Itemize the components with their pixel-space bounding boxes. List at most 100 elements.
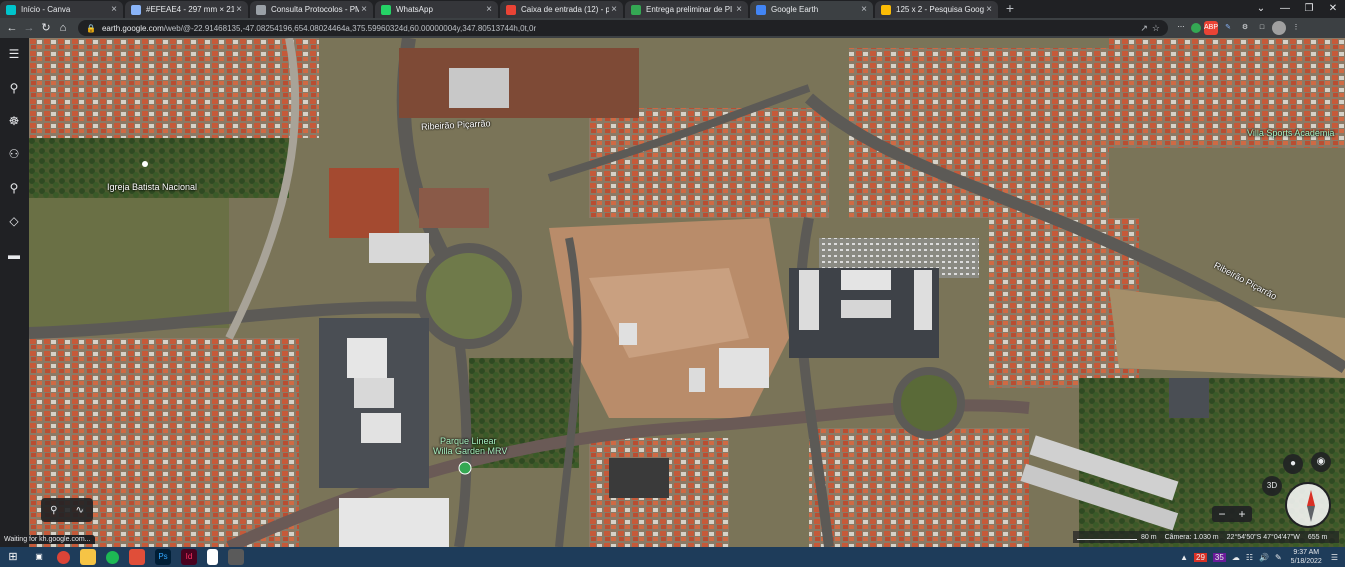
- extension-green-icon[interactable]: [1191, 23, 1201, 33]
- side-panel-icon[interactable]: □: [1255, 21, 1269, 35]
- industrial-roof-light: [449, 68, 509, 108]
- profile-avatar[interactable]: [1272, 21, 1286, 35]
- projects-pin-icon[interactable]: ⚲: [4, 178, 24, 198]
- browser-tab[interactable]: 125 x 2 - Pesquisa Google ×: [875, 1, 998, 18]
- pegman-streetview-icon[interactable]: ●: [1283, 454, 1303, 474]
- measure-ruler-icon[interactable]: ▬: [4, 245, 24, 265]
- label-parque-linear[interactable]: Parque Linear: [440, 436, 497, 446]
- search-icon[interactable]: ⚲: [4, 78, 24, 98]
- tab-close-icon[interactable]: ×: [109, 4, 119, 15]
- tray-badge-red[interactable]: 29: [1194, 552, 1207, 562]
- new-tab-button[interactable]: +: [1002, 1, 1018, 17]
- left-tool-rail: ☰ ⚲ ☸ ⚇ ⚲ ◇ ▬: [0, 38, 29, 547]
- sketchup-icon[interactable]: [228, 549, 244, 565]
- extension-menu-icon[interactable]: ⋯: [1174, 21, 1188, 35]
- browser-tab-strip: Início - Canva×#EFEAE4 - 297 mm × 210 mm…: [0, 0, 1345, 18]
- zoom-in-button[interactable]: +: [1238, 507, 1245, 521]
- document-file-icon[interactable]: [207, 549, 218, 565]
- forward-arrow-icon[interactable]: →: [21, 20, 37, 36]
- browser-tab[interactable]: Início - Canva ×: [0, 1, 123, 18]
- industrial-roofs: [399, 48, 639, 118]
- url-text: earth.google.com/web/@-22.91468135,-47.0…: [102, 24, 1136, 33]
- reload-icon[interactable]: ↻: [38, 20, 54, 36]
- back-arrow-icon[interactable]: ←: [4, 20, 20, 36]
- url-host: earth.google.com: [101, 23, 164, 33]
- restore-button[interactable]: ❐: [1297, 0, 1321, 18]
- browser-tab[interactable]: Entrega preliminar de PI - 2×: [625, 1, 748, 18]
- satellite-drawing: [29, 38, 1345, 547]
- label-willa-garden-mrv[interactable]: Willa Garden MRV: [433, 446, 507, 456]
- tower-rooftop: [841, 300, 891, 318]
- menu-icon[interactable]: ☰: [4, 44, 24, 64]
- building: [1169, 378, 1209, 418]
- share-icon[interactable]: ↗: [1140, 23, 1148, 34]
- tab-close-icon[interactable]: ×: [734, 4, 744, 15]
- tab-title: Google Earth: [771, 5, 819, 14]
- browser-tab[interactable]: Caixa de entrada (12) - paulagon×: [500, 1, 623, 18]
- label-igreja-batista-nacional[interactable]: Igreja Batista Nacional: [107, 182, 197, 192]
- pdf-reader-icon[interactable]: [129, 549, 145, 565]
- spotify-icon[interactable]: [106, 550, 119, 564]
- random-dice-icon[interactable]: ⚇: [4, 144, 24, 164]
- browser-tab[interactable]: Consulta Protocolos - PMC ×: [250, 1, 373, 18]
- windows-start-icon[interactable]: ⊞: [5, 549, 21, 565]
- warehouse-roof: [369, 233, 429, 263]
- tab-search-icon[interactable]: ⌄: [1249, 0, 1273, 18]
- bookmark-star-icon[interactable]: ☆: [1152, 23, 1160, 34]
- tab-close-icon[interactable]: ×: [984, 4, 994, 15]
- onedrive-icon[interactable]: ☁: [1232, 553, 1240, 562]
- voyager-icon[interactable]: ☸: [4, 111, 24, 131]
- tab-close-icon[interactable]: ×: [484, 4, 494, 15]
- satellite-imagery[interactable]: Ribeirão Piçarrão Ribeirão Piçarrão Igre…: [29, 38, 1345, 547]
- minimize-button[interactable]: —: [1273, 0, 1297, 18]
- church-marker-icon[interactable]: [142, 161, 148, 167]
- placemark-pin-icon[interactable]: ⚲: [50, 505, 57, 516]
- extension-pen-icon[interactable]: ✎: [1221, 21, 1235, 35]
- file-explorer-icon[interactable]: [80, 549, 96, 565]
- site-structure: [719, 348, 769, 388]
- grass-area: [29, 198, 229, 328]
- tray-overflow-icon[interactable]: ▲: [1180, 553, 1188, 562]
- building: [609, 458, 669, 498]
- photoshop-icon[interactable]: Ps: [155, 549, 171, 565]
- taskbar-clock[interactable]: 9:37 AM 5/18/2022: [1291, 548, 1322, 566]
- tower-rooftop: [361, 413, 401, 443]
- notifications-icon[interactable]: ☰: [1331, 553, 1338, 562]
- park-marker-icon[interactable]: [458, 461, 472, 475]
- path-draw-icon[interactable]: ∿: [76, 505, 84, 516]
- browser-tab[interactable]: WhatsApp ×: [375, 1, 498, 18]
- residential-block: [29, 38, 319, 138]
- tab-close-icon[interactable]: ×: [359, 4, 369, 15]
- close-window-button[interactable]: ✕: [1321, 0, 1345, 18]
- zoom-out-button[interactable]: −: [1218, 507, 1225, 521]
- adblock-icon[interactable]: ABP: [1204, 21, 1218, 35]
- compass-icon[interactable]: [1285, 482, 1331, 528]
- browser-tab[interactable]: Google Earth ×: [750, 1, 873, 18]
- network-icon[interactable]: ☷: [1246, 553, 1253, 562]
- chrome-menu-icon[interactable]: ⋮: [1289, 21, 1303, 35]
- puzzle-extensions-icon[interactable]: ⚙: [1238, 21, 1252, 35]
- pen-tray-icon[interactable]: ✎: [1275, 553, 1282, 562]
- browser-tab[interactable]: #EFEAE4 - 297 mm × 210 mm×: [125, 1, 248, 18]
- chrome-taskbar-icon[interactable]: [57, 550, 70, 564]
- toggle-3d-button[interactable]: 3D: [1262, 476, 1282, 496]
- indesign-icon[interactable]: Id: [181, 549, 197, 565]
- clock-date: 5/18/2022: [1290, 558, 1322, 565]
- tab-close-icon[interactable]: ×: [859, 4, 869, 15]
- task-view-icon[interactable]: ▣: [31, 549, 47, 565]
- home-icon[interactable]: ⌂: [55, 20, 71, 36]
- tab-close-icon[interactable]: ×: [609, 4, 619, 15]
- tray-badge-dark[interactable]: 35: [1212, 552, 1226, 562]
- address-bar[interactable]: 🔒 earth.google.com/web/@-22.91468135,-47…: [78, 20, 1168, 36]
- status-bar: 80 m Câmera: 1.030 m 22°54'50"S 47°04'47…: [1073, 531, 1340, 543]
- tab-title: Início - Canva: [21, 5, 71, 14]
- tab-favicon-icon: [131, 4, 141, 15]
- label-villa-sports-academia[interactable]: Villa Sports Academia: [1247, 128, 1334, 138]
- lock-icon[interactable]: 🔒: [86, 24, 96, 33]
- volume-icon[interactable]: 🔊: [1259, 553, 1269, 562]
- window-controls: ⌄ — ❐ ✕: [1249, 0, 1345, 18]
- tab-close-icon[interactable]: ×: [234, 4, 244, 15]
- map-style-layers-icon[interactable]: ◇: [4, 211, 24, 231]
- url-path: /web/@-22.91468135,-47.08254196,654.0802…: [163, 23, 537, 33]
- my-location-icon[interactable]: ◉: [1311, 452, 1331, 472]
